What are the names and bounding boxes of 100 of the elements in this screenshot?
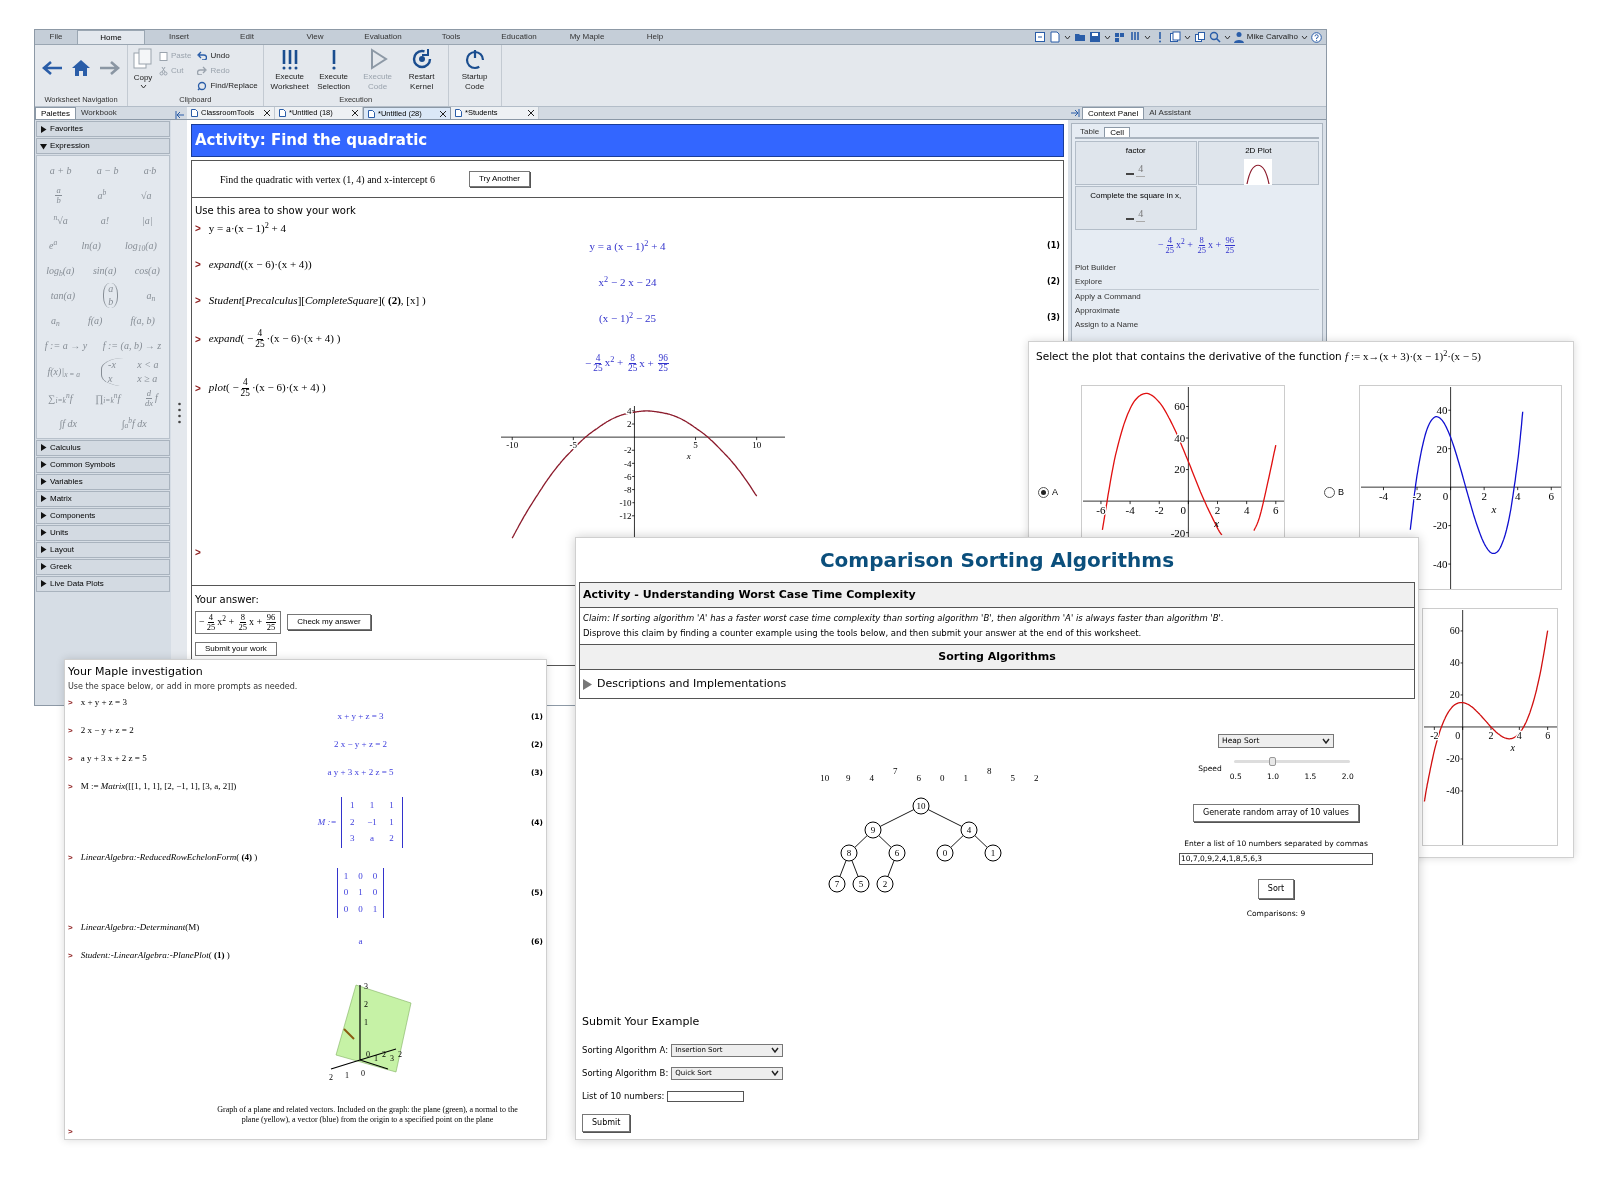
palette-header[interactable]: Calculus — [36, 439, 170, 456]
math-input[interactable]: expand((x − 6)·(x + 4)) — [208, 255, 312, 273]
math-input[interactable]: 2 x − y + z = 2 — [80, 724, 134, 738]
bars-icon[interactable] — [1128, 31, 1141, 43]
radio-button[interactable] — [1038, 486, 1049, 498]
math-input[interactable]: LinearAlgebra:-ReducedRowEchelonForm( (4) ) — [80, 850, 258, 865]
find-replace-button[interactable]: Find/Replace — [197, 78, 258, 93]
sort-button[interactable]: Sort — [1257, 878, 1295, 899]
menu-tab[interactable]: View — [281, 30, 349, 44]
palette-header[interactable]: Variables — [36, 473, 170, 490]
menu-tab[interactable]: Edit — [213, 30, 281, 44]
palette-header[interactable]: Favorites — [36, 121, 170, 137]
math-input[interactable]: y = a·(x − 1)$^{2}$ + 4 — [208, 219, 286, 237]
speed-slider[interactable] — [1233, 760, 1350, 763]
panel-tab[interactable]: Palettes — [35, 107, 76, 119]
panel-tab[interactable]: Table — [1075, 127, 1105, 137]
tick-label: 4 — [1243, 503, 1250, 516]
caret-icon[interactable] — [139, 84, 147, 89]
window-icon[interactable] — [1033, 31, 1046, 43]
math-input[interactable]: Student:-LinearAlgebra:-PlanePlot( (1) ) — [80, 949, 230, 963]
palette-header[interactable]: Units — [36, 524, 170, 541]
triangle-icon — [40, 546, 47, 553]
list-input-field[interactable] — [667, 1090, 745, 1102]
menu-tab[interactable]: Home — [77, 30, 145, 44]
equation-label: (3) — [1046, 312, 1060, 324]
undo-button[interactable]: Undo — [197, 48, 258, 63]
menu-tab[interactable]: My Maple — [553, 30, 621, 44]
panel-tab[interactable]: Workbook — [75, 107, 122, 119]
back-arrow-icon[interactable] — [41, 60, 63, 76]
menu-tab[interactable]: Help — [621, 30, 689, 44]
tick-label: 6 — [1273, 503, 1279, 516]
menu-tab[interactable]: File — [35, 30, 77, 44]
palette-header[interactable]: Matrix — [36, 490, 170, 507]
pages-icon[interactable] — [1168, 31, 1181, 43]
home-icon[interactable] — [71, 59, 91, 77]
copy-icon[interactable] — [1193, 31, 1206, 43]
menu-tab[interactable]: Education — [485, 30, 553, 44]
folder-icon[interactable] — [1073, 31, 1086, 43]
ribbon-button[interactable]: Restart Kernel — [401, 48, 442, 92]
prompt-marker: > — [195, 332, 201, 347]
help-icon[interactable] — [1311, 31, 1322, 43]
caret-icon — [771, 1070, 780, 1076]
math-input[interactable]: x + y + z = 3 — [80, 696, 127, 710]
context-menu-item[interactable]: Apply a Command — [1075, 289, 1319, 304]
splitter-handle[interactable] — [177, 401, 181, 424]
context-menu-item[interactable]: Explore — [1075, 274, 1319, 289]
context-menu-item[interactable]: Approximate — [1075, 303, 1319, 318]
palette-header[interactable]: Expression — [36, 138, 170, 154]
user-menu[interactable]: Mike Carvalho — [1246, 31, 1298, 43]
context-menu-item[interactable]: Assign to a Name — [1075, 317, 1319, 332]
try-another-button[interactable]: Try Another — [468, 171, 530, 187]
ribbon-button[interactable]: Execute Selection — [313, 48, 354, 92]
expand-panel-icon[interactable] — [1070, 109, 1080, 117]
close-icon[interactable] — [264, 110, 270, 116]
close-icon[interactable] — [528, 110, 534, 116]
palette-header[interactable]: Components — [36, 507, 170, 524]
menu-tab[interactable]: Tools — [417, 30, 485, 44]
caret-icon — [1322, 738, 1330, 744]
palette-header[interactable]: Common Symbols — [36, 456, 170, 473]
close-icon[interactable] — [352, 110, 358, 116]
ribbon-button[interactable]: Execute Worksheet — [269, 48, 310, 92]
ribbon-button[interactable]: Startup Code — [454, 48, 495, 92]
context-action-tile[interactable]: factor 4 — [1075, 141, 1197, 185]
search-icon[interactable] — [1208, 31, 1221, 43]
math-input[interactable]: LinearAlgebra:-Determinant(M) — [80, 921, 200, 935]
submit-work-button[interactable]: Submit your work — [195, 641, 277, 656]
caret-icon[interactable] — [1103, 34, 1111, 40]
caret-icon[interactable] — [1301, 34, 1308, 40]
caret-icon[interactable] — [1183, 34, 1191, 40]
panel-tab[interactable]: Cell — [1104, 127, 1130, 137]
math-input[interactable]: a y + 3 x + 2 z = 5 — [80, 752, 147, 766]
caret-icon[interactable] — [1063, 34, 1071, 40]
palette-header[interactable]: Greek — [36, 558, 170, 575]
palette-header[interactable]: Layout — [36, 541, 170, 558]
grid-icon[interactable] — [1113, 31, 1126, 43]
collapse-panel-icon[interactable] — [175, 111, 185, 119]
palette-header[interactable]: Live Data Plots — [36, 575, 170, 592]
menu-tab[interactable]: Insert — [145, 30, 213, 44]
submit-button[interactable]: Submit — [582, 1113, 631, 1132]
save-icon[interactable] — [1088, 31, 1101, 43]
context-action-tile[interactable]: 2D Plot — [1197, 141, 1319, 185]
triangle-icon — [40, 580, 47, 587]
math-input[interactable]: Student[Precalculus][CompleteSquare]( (2), [x] ) — [208, 291, 426, 309]
caret-icon[interactable] — [1143, 34, 1151, 40]
generate-button[interactable]: Generate random array of 10 values — [1193, 804, 1359, 823]
copy-button[interactable]: Copy — [133, 48, 153, 93]
panel-tab[interactable]: AI Assistant — [1144, 107, 1197, 119]
caret-icon[interactable] — [1223, 34, 1231, 40]
document-icon[interactable] — [1048, 31, 1061, 43]
context-action-tile[interactable]: Complete the square in x, 4 — [1075, 186, 1197, 230]
menu-tab[interactable]: Evaluation — [349, 30, 417, 44]
context-menu-item[interactable]: Plot Builder — [1075, 260, 1319, 275]
slider-thumb[interactable] — [1268, 757, 1276, 766]
close-icon[interactable] — [440, 110, 446, 117]
check-answer-button[interactable]: Check my answer — [287, 614, 371, 631]
radio-button[interactable] — [1324, 486, 1335, 498]
math-output: a y + 3 x + 2 z = 5 — [327, 766, 394, 780]
math-input[interactable]: M := Matrix([[1, 1, 1], [2, −1, 1], [3, a, 2]]) — [80, 780, 237, 794]
panel-tab[interactable]: Context Panel — [1082, 107, 1145, 119]
section-toggle[interactable]: Descriptions and Implementations — [580, 670, 1414, 698]
